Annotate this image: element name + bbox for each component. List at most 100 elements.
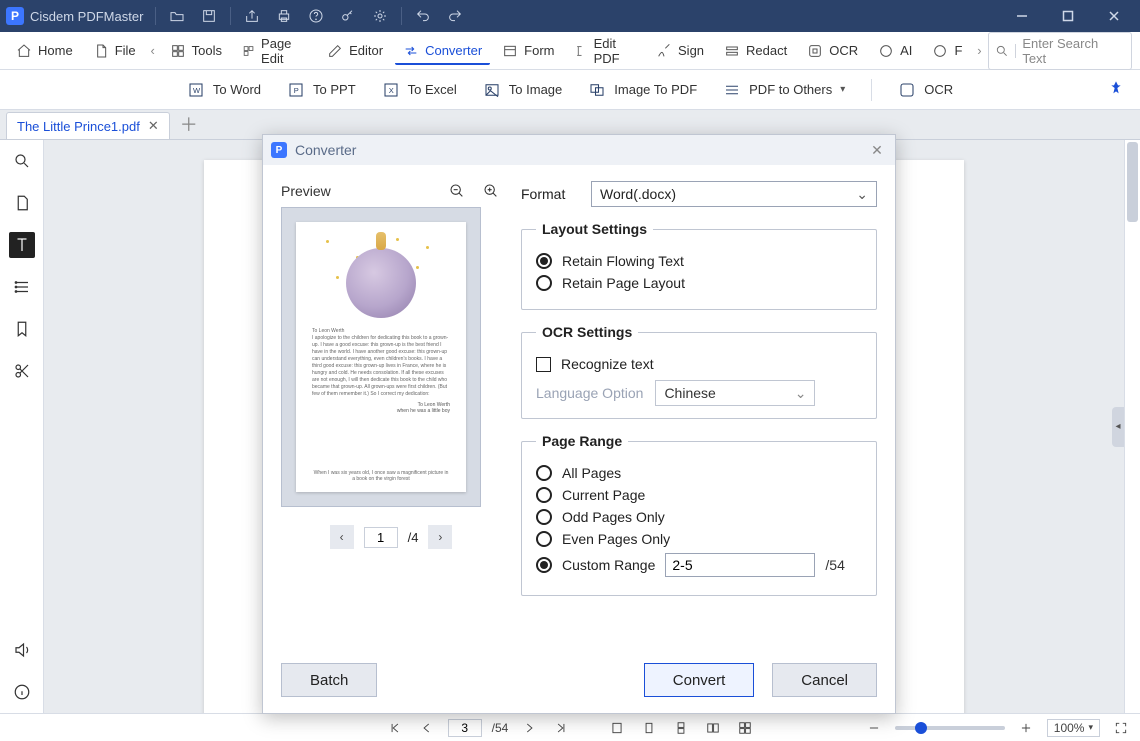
ocr-language-select[interactable]: Chinese ⌄ [655,380,815,406]
minimize-button[interactable] [1002,0,1042,32]
fit-page-button[interactable] [606,717,628,739]
range-even-radio[interactable]: Even Pages Only [536,531,862,547]
share-icon[interactable] [239,3,265,29]
layout-page-radio[interactable]: Retain Page Layout [536,275,862,291]
format-value: Word(.docx) [600,186,676,202]
settings-icon[interactable] [367,3,393,29]
undo-icon[interactable] [410,3,436,29]
tab-form[interactable]: Form [494,37,562,65]
next-page-button[interactable] [518,717,540,739]
preview-zoom-in-icon[interactable] [481,181,501,201]
close-tab-icon[interactable]: ✕ [148,118,159,134]
scrollbar-thumb[interactable] [1127,142,1138,222]
tab-ai[interactable]: AI [870,37,920,65]
two-continuous-button[interactable] [734,717,756,739]
convert-label: Convert [673,672,726,689]
preview-pager: ‹ /4 › [281,525,501,549]
tab-sign[interactable]: Sign [648,37,712,65]
info-tool-icon[interactable] [9,679,35,705]
tab-redact[interactable]: Redact [716,37,795,65]
close-button[interactable] [1094,0,1134,32]
chevron-left-icon[interactable]: ‹ [148,43,158,58]
to-ppt-label: To PPT [313,82,356,97]
collapse-right-button[interactable]: ◂ [1112,407,1124,447]
chevron-right-icon[interactable]: › [974,43,984,58]
save-icon[interactable] [196,3,222,29]
preview-zoom-out-icon[interactable] [447,181,467,201]
page-tool-icon[interactable] [9,190,35,216]
search-tool-icon[interactable] [9,148,35,174]
tab-home[interactable]: Home [8,37,81,65]
tab-edit-pdf[interactable]: Edit PDF [567,30,645,72]
sound-tool-icon[interactable] [9,637,35,663]
zoom-slider[interactable] [895,726,1005,730]
search-input[interactable]: Enter Search Text [988,32,1132,70]
single-page-button[interactable] [638,717,660,739]
to-word-button[interactable]: W To Word [187,81,261,99]
text-tool-icon[interactable] [9,232,35,258]
tab-converter-label: Converter [425,43,482,58]
cut-tool-icon[interactable] [9,358,35,384]
vertical-scrollbar[interactable] [1124,140,1140,713]
redo-icon[interactable] [442,3,468,29]
preview-thumbnail[interactable]: To Leon Werth I apologize to the childre… [281,207,481,507]
tab-converter[interactable]: Converter [395,37,490,65]
to-excel-button[interactable]: X To Excel [382,81,457,99]
document-tab[interactable]: The Little Prince1.pdf ✕ [6,112,170,139]
tab-file[interactable]: File [85,37,144,65]
ribbon: Home File ‹ Tools Page Edit Editor Conve… [0,32,1140,70]
page-number-input[interactable] [448,719,482,737]
new-tab-button[interactable]: ＋ [174,109,204,139]
tab-more[interactable]: F [924,37,970,65]
pin-icon[interactable] [1108,80,1124,99]
bookmark-tool-icon[interactable] [9,316,35,342]
zoom-slider-knob[interactable] [915,722,927,734]
layout-flowing-radio[interactable]: Retain Flowing Text [536,253,862,269]
zoom-value-select[interactable]: 100% ▾ [1047,719,1100,737]
format-select[interactable]: Word(.docx) ⌄ [591,181,877,207]
continuous-page-button[interactable] [670,717,692,739]
zoom-out-button[interactable] [863,717,885,739]
tab-tools[interactable]: Tools [162,37,230,65]
last-page-button[interactable] [550,717,572,739]
tab-ocr[interactable]: OCR [799,37,866,65]
to-word-label: To Word [213,82,261,97]
cancel-button[interactable]: Cancel [772,663,877,697]
two-page-button[interactable] [702,717,724,739]
open-icon[interactable] [164,3,190,29]
to-ppt-button[interactable]: P To PPT [287,81,356,99]
dialog-footer: Batch Convert Cancel [263,653,895,713]
convert-button[interactable]: Convert [644,663,755,697]
to-image-button[interactable]: To Image [483,81,562,99]
preview-prev-button[interactable]: ‹ [330,525,354,549]
key-icon[interactable] [335,3,361,29]
first-page-button[interactable] [384,717,406,739]
range-custom-input[interactable] [665,553,815,577]
ocr-button[interactable]: OCR [898,81,953,99]
tab-page-edit[interactable]: Page Edit [234,30,315,72]
preview-page-input[interactable] [364,527,398,548]
help-icon[interactable] [303,3,329,29]
preview-next-button[interactable]: › [428,525,452,549]
fullscreen-button[interactable] [1110,717,1132,739]
range-current-radio[interactable]: Current Page [536,487,862,503]
maximize-button[interactable] [1048,0,1088,32]
pdf-to-others-button[interactable]: PDF to Others ▾ [723,81,845,99]
tab-editor[interactable]: Editor [319,37,391,65]
print-icon[interactable] [271,3,297,29]
ocr-language-value: Chinese [664,385,715,401]
image-to-pdf-button[interactable]: Image To PDF [588,81,697,99]
range-custom-radio[interactable]: Custom Range /54 [536,553,862,577]
zoom-in-button[interactable] [1015,717,1037,739]
dialog-close-button[interactable]: ✕ [867,142,887,159]
layout-flowing-label: Retain Flowing Text [562,253,684,269]
tab-redact-label: Redact [746,43,787,58]
batch-button[interactable]: Batch [281,663,377,697]
left-toolbar [0,140,44,713]
preview-page-total: /4 [408,530,419,545]
ocr-recognize-checkbox[interactable]: Recognize text [536,356,862,372]
prev-page-button[interactable] [416,717,438,739]
outline-tool-icon[interactable] [9,274,35,300]
range-all-radio[interactable]: All Pages [536,465,862,481]
range-odd-radio[interactable]: Odd Pages Only [536,509,862,525]
